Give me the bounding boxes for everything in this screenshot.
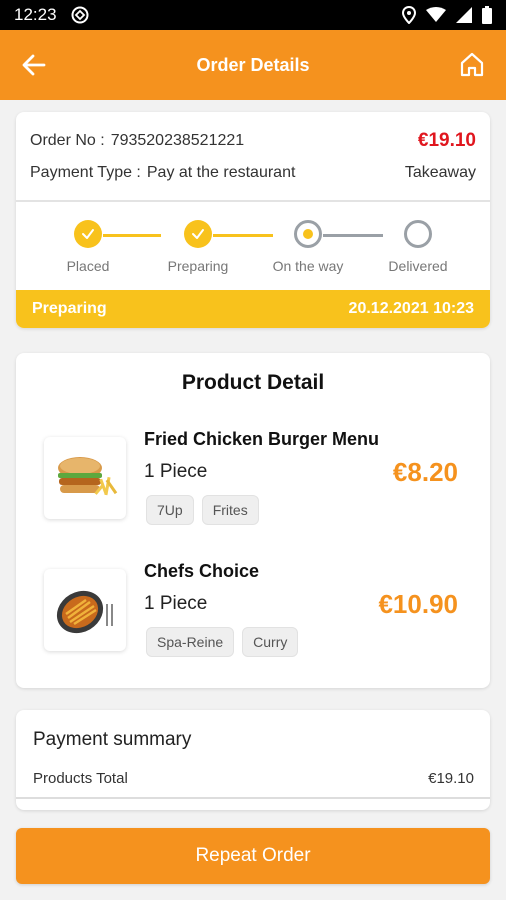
payment-summary-card: Payment summary Products Total €19.10 (16, 710, 490, 810)
product-quantity: 1 Piece (144, 461, 208, 482)
back-button[interactable] (20, 51, 48, 79)
home-button[interactable] (458, 50, 486, 78)
step-placed: Placed (33, 220, 143, 274)
product-item[interactable]: Fried Chicken Burger Menu 1 Piece €8.20 … (16, 429, 490, 539)
check-icon (74, 220, 102, 248)
repeat-order-button[interactable]: Repeat Order (16, 828, 490, 884)
status-text: Preparing (32, 300, 107, 317)
product-quantity: 1 Piece (144, 593, 208, 614)
signal-icon (456, 7, 472, 23)
divider (16, 797, 490, 799)
status-datetime: 20.12.2021 10:23 (348, 300, 474, 317)
payment-summary-title: Payment summary (33, 729, 192, 750)
app-bar: Order Details (0, 30, 506, 100)
products-total-row: Products Total €19.10 (33, 770, 474, 787)
order-type: Takeaway (404, 164, 476, 181)
step-delivered: Delivered (363, 220, 473, 274)
payment-type-value: Pay at the restaurant (146, 164, 296, 181)
option-tag: Curry (242, 627, 299, 657)
products-total-value: €19.10 (428, 770, 474, 787)
step-on-the-way: On the way (253, 220, 363, 274)
option-tag: Spa-Reine (146, 627, 235, 657)
order-total: €19.10 (417, 130, 476, 151)
product-name: Fried Chicken Burger Menu (144, 429, 380, 449)
product-detail-card: Product Detail Fried Chicken Burger Menu… (16, 353, 490, 688)
divider (16, 200, 490, 202)
product-item[interactable]: Chefs Choice 1 Piece €10.90 Spa-Reine Cu… (16, 561, 490, 671)
payment-type-label: Payment Type : (30, 164, 141, 181)
order-number-label: Order No : (30, 132, 105, 149)
wifi-icon (426, 7, 446, 23)
order-number-value: 793520238521221 (110, 132, 245, 149)
order-progress: Placed Preparing On the way Delivered (16, 220, 490, 280)
product-name: Chefs Choice (144, 561, 260, 581)
status-bar: 12:23 (0, 0, 506, 30)
step-preparing: Preparing (143, 220, 253, 274)
order-card: Order No : 793520238521221 €19.10 Payment… (16, 112, 490, 328)
step-label: Placed (66, 258, 110, 274)
products-total-label: Products Total (33, 770, 128, 787)
status-time: 12:23 (14, 5, 57, 24)
product-options: 7Up Frites (146, 495, 259, 525)
current-step-icon (294, 220, 322, 248)
payment-type: Payment Type : Pay at the restaurant (30, 164, 295, 182)
page-title: Order Details (196, 54, 310, 75)
pending-step-icon (404, 220, 432, 248)
home-icon (460, 52, 484, 77)
option-tag: Frites (201, 495, 259, 525)
location-icon (402, 6, 416, 24)
product-options: Spa-Reine Curry (146, 627, 299, 657)
battery-icon (482, 6, 492, 24)
step-label: Preparing (167, 258, 229, 274)
step-label: Delivered (388, 258, 448, 274)
fries-plate-image (44, 569, 126, 651)
data-saver-icon (71, 6, 89, 24)
order-number: Order No : 793520238521221 (30, 132, 244, 150)
check-icon (184, 220, 212, 248)
arrow-left-icon (22, 54, 46, 76)
product-detail-title: Product Detail (181, 371, 325, 394)
status-strip: Preparing 20.12.2021 10:23 (16, 290, 490, 328)
option-tag: 7Up (146, 495, 194, 525)
product-price: €8.20 (392, 457, 458, 487)
step-label: On the way (272, 258, 344, 274)
product-price: €10.90 (378, 589, 458, 619)
burger-menu-image (44, 437, 126, 519)
